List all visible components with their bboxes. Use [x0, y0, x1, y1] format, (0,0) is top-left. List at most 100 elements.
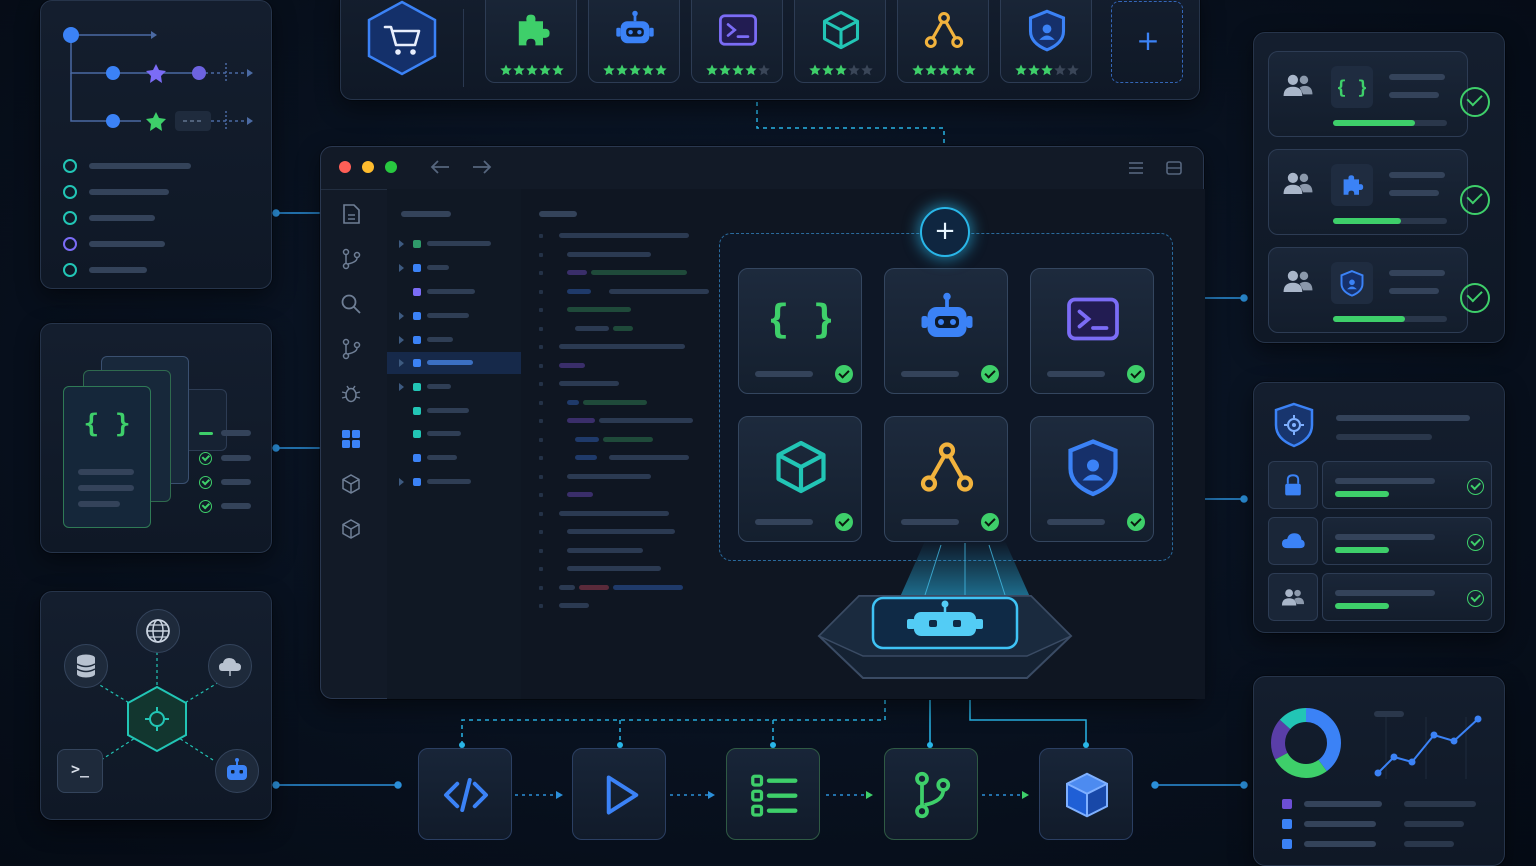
security-check-row[interactable]	[1322, 517, 1492, 565]
gutter-marker	[539, 345, 543, 349]
arrow-right-icon[interactable]	[471, 159, 493, 175]
chevron-right-icon[interactable]	[399, 383, 404, 391]
file-type-icon	[413, 359, 421, 367]
check-circle-icon	[1467, 590, 1484, 607]
gutter-marker	[539, 419, 543, 423]
team-extension-row[interactable]	[1268, 149, 1468, 235]
marketplace-extension-card[interactable]	[691, 0, 783, 83]
tree-item[interactable]	[387, 447, 521, 469]
code-token	[579, 584, 609, 590]
tree-item[interactable]	[387, 423, 521, 445]
list-item[interactable]	[63, 237, 77, 251]
pipeline-step-checklist[interactable]	[726, 748, 820, 840]
extensions-icon[interactable]	[340, 428, 362, 450]
tree-item[interactable]	[387, 305, 521, 327]
search-icon[interactable]	[340, 293, 362, 315]
team-extension-row[interactable]	[1268, 247, 1468, 333]
database-icon[interactable]	[64, 644, 108, 688]
installed-extension-tile[interactable]	[1030, 268, 1154, 394]
code-icon	[441, 770, 491, 820]
list-item[interactable]	[63, 263, 77, 277]
check-circle-icon	[1460, 283, 1490, 313]
file-icon[interactable]	[340, 203, 362, 225]
dash-marker	[199, 432, 213, 435]
minimize-window-dot[interactable]	[362, 161, 374, 173]
chevron-right-icon[interactable]	[399, 336, 404, 344]
add-extension-button[interactable]: +	[1111, 1, 1183, 83]
branch-icon[interactable]	[340, 338, 362, 360]
store-hex[interactable]	[363, 0, 441, 77]
add-extension-circle[interactable]: +	[920, 207, 970, 257]
code-file-card[interactable]: { }	[63, 386, 151, 528]
marketplace-extension-card[interactable]	[794, 0, 886, 83]
file-type-icon	[413, 478, 421, 486]
marketplace-extension-card[interactable]	[588, 0, 680, 83]
chevron-right-icon[interactable]	[399, 264, 404, 272]
marketplace-extension-card[interactable]	[897, 0, 989, 83]
tree-item-label	[427, 455, 457, 460]
installed-extension-tile[interactable]	[884, 416, 1008, 542]
legend-dot	[1282, 819, 1292, 829]
pipeline-step-code[interactable]	[418, 748, 512, 840]
progress-fill	[1333, 218, 1401, 224]
terminal-icon[interactable]: >_	[57, 749, 103, 793]
code-token	[567, 288, 591, 294]
braces-icon: { }	[1331, 66, 1373, 108]
cube-icon[interactable]	[340, 473, 362, 495]
tree-item[interactable]	[387, 281, 521, 303]
cube-outline-icon[interactable]	[340, 518, 362, 540]
code-files-panel: { }	[40, 323, 272, 553]
globe-icon[interactable]	[136, 609, 180, 653]
file-type-icon	[413, 336, 421, 344]
code-token	[567, 566, 661, 571]
marketplace-extension-card[interactable]	[485, 0, 577, 83]
security-check-row[interactable]	[1322, 461, 1492, 509]
file-type-icon	[413, 430, 421, 438]
code-token	[559, 381, 619, 386]
debug-bug-icon[interactable]	[340, 383, 362, 405]
chevron-right-icon[interactable]	[399, 359, 404, 367]
robot-icon[interactable]	[215, 749, 259, 793]
code-token	[559, 584, 575, 590]
list-item[interactable]	[63, 211, 77, 225]
cloud-icon[interactable]	[208, 644, 252, 688]
maximize-window-dot[interactable]	[385, 161, 397, 173]
braces-icon: { }	[83, 409, 131, 439]
svg-text:{ }: { }	[771, 298, 831, 343]
chevron-right-icon[interactable]	[399, 478, 404, 486]
code-token	[575, 455, 597, 460]
code-token	[559, 362, 585, 368]
code-token	[603, 436, 653, 442]
tree-item[interactable]	[387, 400, 521, 422]
rating-stars	[809, 64, 873, 76]
menu-icon[interactable]	[1127, 160, 1145, 176]
source-control-icon[interactable]	[340, 248, 362, 270]
panel-toggle-icon[interactable]	[1165, 160, 1183, 176]
tree-item[interactable]	[387, 376, 521, 398]
chevron-right-icon[interactable]	[399, 312, 404, 320]
list-item[interactable]	[63, 159, 77, 173]
tree-item[interactable]	[387, 233, 521, 255]
tree-item[interactable]	[387, 471, 521, 493]
installed-extension-tile[interactable]: { }	[738, 268, 862, 394]
tree-item[interactable]	[387, 329, 521, 351]
arrow-left-icon[interactable]	[429, 159, 451, 175]
code-token	[567, 251, 651, 257]
list-item[interactable]	[63, 185, 77, 199]
marketplace-extension-card[interactable]	[1000, 0, 1092, 83]
file-type-icon	[413, 312, 421, 320]
pipeline-step-package[interactable]	[1039, 748, 1133, 840]
file-type-icon	[413, 383, 421, 391]
installed-extension-tile[interactable]	[738, 416, 862, 542]
close-window-dot[interactable]	[339, 161, 351, 173]
installed-extension-tile[interactable]	[884, 268, 1008, 394]
pipeline-step-play[interactable]	[572, 748, 666, 840]
tree-item[interactable]	[387, 257, 521, 279]
pipeline-step-branch[interactable]	[884, 748, 978, 840]
tree-item[interactable]	[387, 352, 521, 374]
assistant-base[interactable]	[817, 594, 1073, 688]
chevron-right-icon[interactable]	[399, 240, 404, 248]
team-extension-row[interactable]: { }	[1268, 51, 1468, 137]
installed-extension-tile[interactable]	[1030, 416, 1154, 542]
security-check-row[interactable]	[1322, 573, 1492, 621]
